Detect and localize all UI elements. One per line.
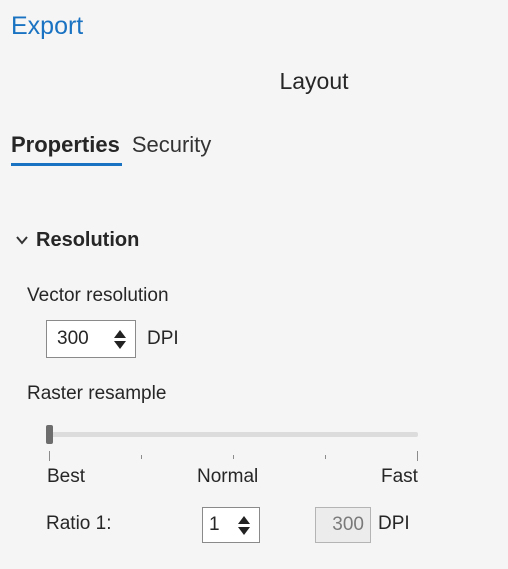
- arrow-down-icon[interactable]: [114, 340, 126, 349]
- raster-resample-slider-track[interactable]: [49, 432, 418, 437]
- vector-resolution-spinner[interactable]: 300: [46, 320, 136, 358]
- spinner-arrows: [111, 329, 129, 349]
- slider-tick: [417, 451, 418, 461]
- slider-label-best: Best: [47, 466, 86, 487]
- ratio-label: Ratio 1:: [46, 513, 112, 534]
- spinner-arrows: [235, 515, 253, 535]
- raster-resample-slider-thumb[interactable]: [46, 425, 53, 444]
- ratio-value[interactable]: 1: [203, 514, 235, 536]
- tab-security[interactable]: Security: [132, 128, 211, 166]
- pane-title: Export: [11, 12, 84, 40]
- arrow-down-icon[interactable]: [238, 526, 250, 535]
- export-pane: Export Layout Properties Security Resolu…: [0, 0, 508, 569]
- export-subtitle: Layout: [279, 68, 349, 94]
- slider-label-normal: Normal: [197, 466, 259, 487]
- chevron-down-icon: [16, 236, 28, 245]
- resolution-header-label: Resolution: [36, 229, 140, 251]
- slider-tick: [233, 455, 234, 459]
- vector-resolution-label: Vector resolution: [27, 285, 169, 306]
- arrow-up-icon[interactable]: [238, 515, 250, 524]
- vector-resolution-unit: DPI: [147, 328, 179, 349]
- arrow-up-icon[interactable]: [114, 329, 126, 338]
- computed-dpi-field: 300: [315, 507, 371, 543]
- computed-dpi-unit: DPI: [378, 513, 410, 534]
- resolution-section-header[interactable]: Resolution: [16, 225, 139, 255]
- slider-tick: [49, 451, 50, 461]
- vector-resolution-value[interactable]: 300: [47, 328, 111, 350]
- ratio-spinner[interactable]: 1: [202, 507, 260, 543]
- slider-tick: [141, 455, 142, 459]
- slider-label-fast: Fast: [381, 466, 418, 487]
- raster-resample-label: Raster resample: [27, 383, 167, 404]
- tab-bar: Properties Security: [11, 128, 211, 166]
- slider-tick: [325, 455, 326, 459]
- tab-properties[interactable]: Properties: [11, 128, 122, 166]
